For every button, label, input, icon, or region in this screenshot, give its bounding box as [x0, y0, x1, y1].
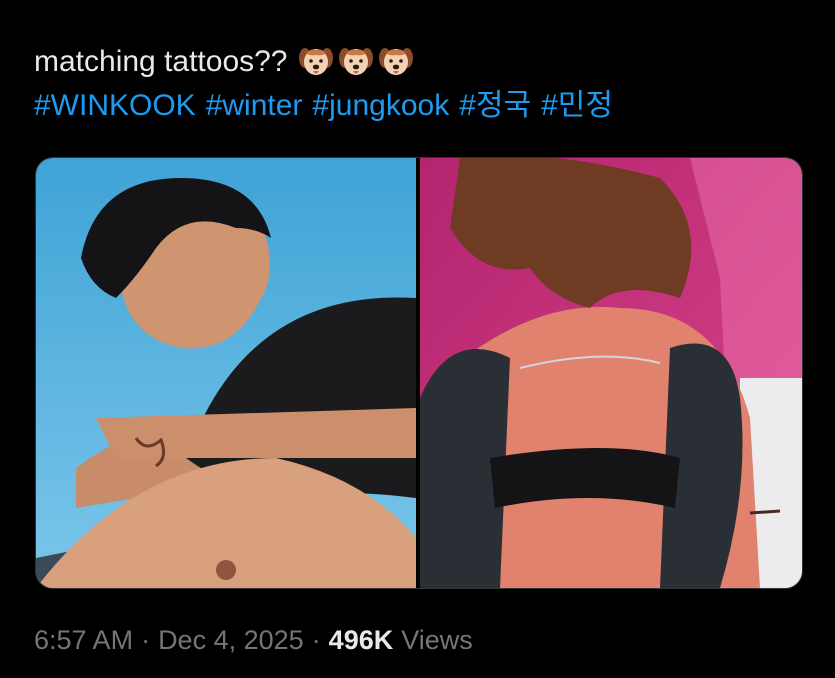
- hashtag-link[interactable]: #WINKOOK: [34, 84, 196, 128]
- tweet-body-line: matching tattoos??: [34, 40, 814, 84]
- hashtag-link[interactable]: #민정: [541, 84, 613, 128]
- tweet-time[interactable]: 6:57 AM: [34, 620, 133, 660]
- meta-separator: ·: [141, 625, 151, 655]
- hashtag-link[interactable]: #jungkook: [312, 84, 449, 128]
- media-photo-left[interactable]: [36, 158, 416, 588]
- tweet-date[interactable]: Dec 4, 2025: [158, 620, 304, 660]
- tweet-meta: 6:57 AM · Dec 4, 2025 · 496K Views: [34, 620, 473, 660]
- dog-face-icon: [298, 48, 333, 75]
- meta-separator: ·: [311, 625, 321, 655]
- dog-face-icon: [378, 48, 413, 75]
- hashtag-link[interactable]: #winter: [206, 84, 303, 128]
- tweet-text: matching tattoos?? #WINKOOK #winter #jun…: [34, 40, 814, 128]
- hashtag-link[interactable]: #정국: [459, 84, 531, 128]
- photo-man-arm-tattoo: [36, 158, 416, 588]
- media-photo-right[interactable]: [420, 158, 802, 588]
- views-label: Views: [401, 625, 473, 655]
- dog-face-icon: [338, 48, 373, 75]
- photo-woman-arm-tattoo: [420, 158, 802, 588]
- tweet: matching tattoos?? #WINKOOK #winter #jun…: [0, 0, 835, 678]
- tweet-body: matching tattoos??: [34, 45, 288, 78]
- views-count: 496K: [328, 625, 394, 655]
- media-grid: [35, 157, 803, 589]
- hashtag-row: #WINKOOK #winter #jungkook #정국 #민정: [34, 84, 814, 128]
- emoji-row: [298, 44, 414, 80]
